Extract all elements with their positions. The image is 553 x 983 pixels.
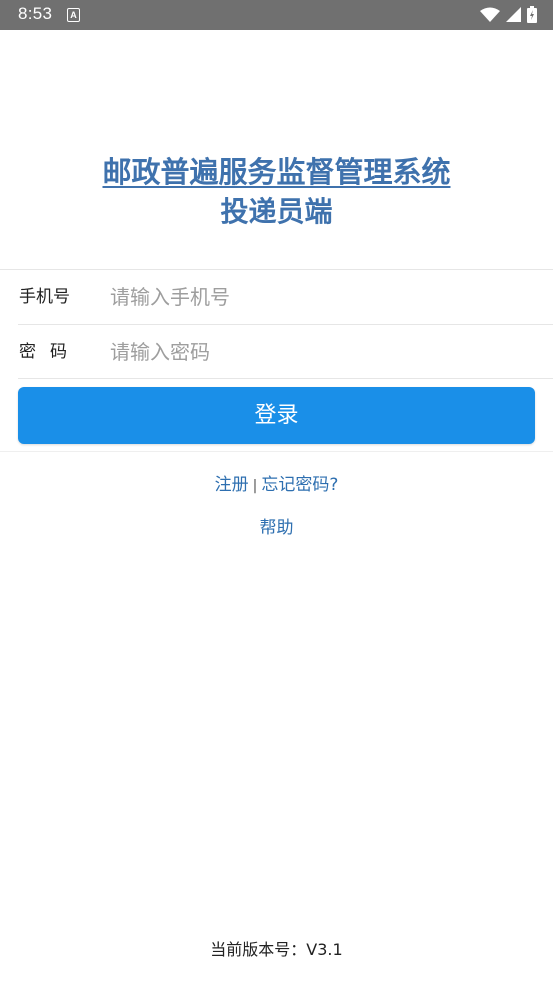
help-link[interactable]: 帮助 <box>260 518 294 538</box>
notification-a-icon: A <box>67 8 80 22</box>
help-link-row: 帮助 <box>0 513 553 538</box>
app-title-block: 邮政普遍服务监督管理系统 投递员端 <box>0 152 553 232</box>
password-row: 密码 <box>0 325 553 379</box>
phone-row: 手机号 <box>0 270 553 324</box>
forgot-password-link[interactable]: 忘记密码? <box>261 475 338 495</box>
status-time: 8:53 <box>18 4 53 23</box>
status-icons <box>480 6 537 23</box>
signal-icon <box>506 6 521 22</box>
password-divider <box>18 378 553 379</box>
version-label: 当前版本号：V3.1 <box>210 940 343 959</box>
app-title: 邮政普遍服务监督管理系统 <box>102 155 451 189</box>
battery-icon <box>527 6 537 23</box>
link-separator: | <box>252 478 258 494</box>
password-input[interactable] <box>110 325 530 379</box>
password-label: 密码 <box>19 342 81 362</box>
form-bottom-divider <box>0 451 553 452</box>
wifi-icon <box>480 7 500 22</box>
app-subtitle: 投递员端 <box>220 195 333 228</box>
register-link[interactable]: 注册 <box>215 475 249 495</box>
login-button[interactable]: 登录 <box>18 387 535 444</box>
phone-input[interactable] <box>110 270 530 324</box>
phone-label: 手机号 <box>19 287 70 307</box>
account-links: 注册 | 忘记密码? <box>0 470 553 495</box>
status-bar: 8:53 A <box>0 0 553 30</box>
